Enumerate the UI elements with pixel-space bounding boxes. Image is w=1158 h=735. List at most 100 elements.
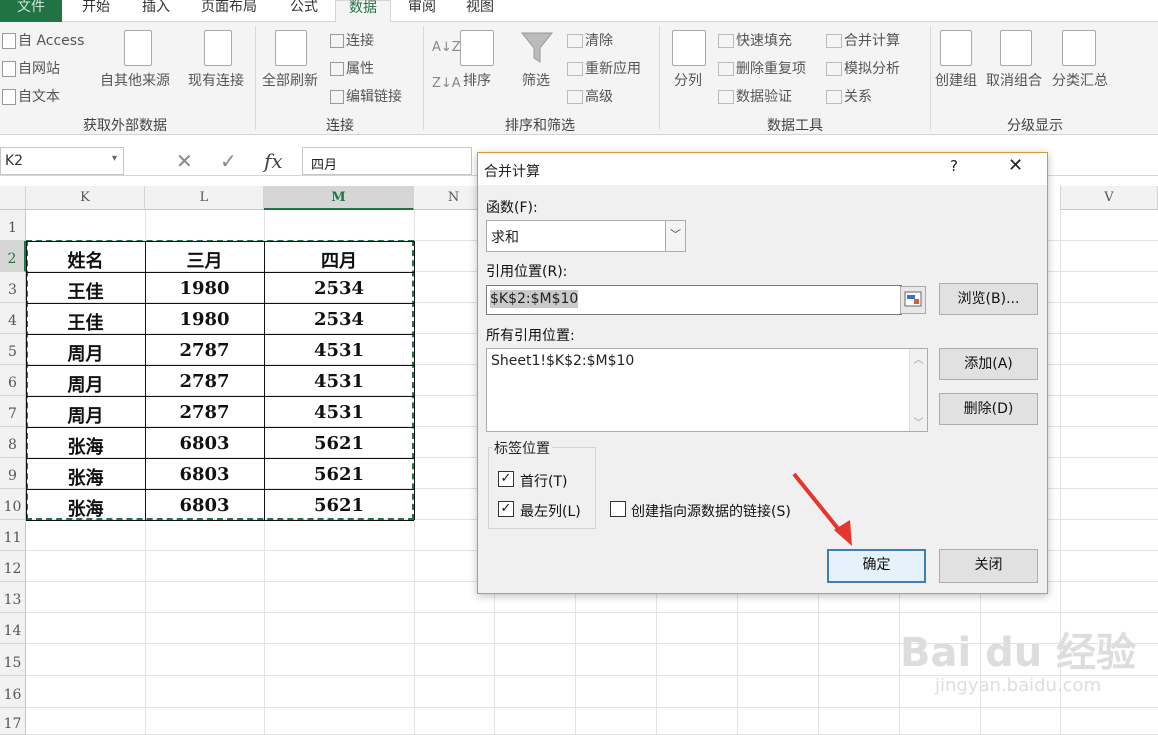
scroll-up-icon[interactable]: ︿ — [910, 351, 927, 366]
data-validation-button[interactable]: 数据验证 — [718, 86, 792, 106]
table-cell[interactable]: 2787 — [145, 371, 264, 392]
chevron-down-icon[interactable]: ﹀ — [665, 221, 685, 251]
row-header[interactable]: 6 — [0, 365, 26, 396]
table-cell[interactable]: 5621 — [264, 495, 414, 516]
other-sources-button[interactable]: 自其他来源 — [100, 70, 170, 90]
reapply-button[interactable]: 重新应用 — [567, 58, 641, 78]
edit-links-button[interactable]: 编辑链接 — [330, 86, 402, 106]
top-row-checkbox[interactable]: ✓ — [498, 471, 514, 487]
ok-button[interactable]: 确定 — [827, 549, 926, 583]
tab-file[interactable]: 文件 — [0, 0, 62, 22]
insert-function-icon[interactable]: fx — [264, 149, 283, 173]
group-button[interactable]: 创建组 — [935, 70, 977, 90]
left-column-label[interactable]: 最左列(L) — [520, 501, 581, 521]
advanced-button[interactable]: 高级 — [567, 86, 613, 106]
table-cell[interactable]: 6803 — [145, 433, 264, 454]
cancel-icon[interactable]: ✕ — [176, 149, 193, 173]
formula-input[interactable]: 四月 — [302, 147, 472, 175]
create-links-checkbox[interactable] — [610, 501, 626, 517]
row-header[interactable]: 4 — [0, 303, 26, 334]
table-cell[interactable]: 张海 — [26, 433, 145, 459]
table-cell[interactable]: 6803 — [145, 464, 264, 485]
from-access-button[interactable]: 自 Access — [2, 30, 84, 50]
column-header[interactable]: L — [145, 186, 264, 210]
row-header[interactable]: 11 — [0, 520, 26, 551]
tab-home[interactable]: 开始 — [66, 0, 126, 22]
consolidate-button[interactable]: 合并计算 — [826, 30, 900, 50]
tab-data[interactable]: 数据 — [335, 0, 391, 23]
table-cell[interactable]: 5621 — [264, 433, 414, 454]
table-cell[interactable]: 2534 — [264, 278, 414, 299]
row-header[interactable]: 16 — [0, 676, 26, 708]
tab-formulas[interactable]: 公式 — [276, 0, 332, 22]
left-column-checkbox[interactable]: ✓ — [498, 501, 514, 517]
row-header[interactable]: 10 — [0, 489, 26, 520]
remove-duplicates-button[interactable]: 删除重复项 — [718, 58, 806, 78]
close-icon[interactable]: ✕ — [1008, 155, 1023, 176]
tab-review[interactable]: 审阅 — [394, 0, 450, 22]
table-header-cell[interactable]: 三月 — [145, 247, 264, 273]
help-button[interactable]: ? — [950, 157, 958, 175]
add-button[interactable]: 添加(A) — [939, 348, 1038, 380]
table-header-cell[interactable]: 姓名 — [26, 247, 145, 273]
table-cell[interactable]: 4531 — [264, 371, 414, 392]
table-header-cell[interactable]: 四月 — [264, 247, 414, 273]
subtotal-button[interactable]: 分类汇总 — [1052, 70, 1108, 90]
sort-button[interactable]: 排序 — [463, 70, 491, 90]
text-to-columns-button[interactable]: 分列 — [674, 70, 702, 90]
table-cell[interactable]: 1980 — [145, 278, 264, 299]
row-header[interactable]: 17 — [0, 708, 26, 735]
flash-fill-button[interactable]: 快速填充 — [718, 30, 792, 50]
ungroup-button[interactable]: 取消组合 — [986, 70, 1042, 90]
chevron-down-icon[interactable]: ▾ — [112, 153, 117, 164]
row-header[interactable]: 7 — [0, 396, 26, 427]
table-cell[interactable]: 张海 — [26, 495, 145, 521]
delete-button[interactable]: 删除(D) — [939, 393, 1038, 425]
sort-za-icon[interactable]: Z↓A — [432, 76, 461, 91]
table-cell[interactable]: 5621 — [264, 464, 414, 485]
tab-page-layout[interactable]: 页面布局 — [190, 0, 268, 22]
table-cell[interactable]: 4531 — [264, 402, 414, 423]
table-cell[interactable]: 2787 — [145, 402, 264, 423]
table-cell[interactable]: 周月 — [26, 340, 145, 366]
reference-input[interactable]: $K$2:$M$10 — [486, 285, 902, 315]
table-cell[interactable]: 周月 — [26, 371, 145, 397]
table-cell[interactable]: 王佳 — [26, 309, 145, 335]
browse-button[interactable]: 浏览(B)... — [939, 283, 1038, 315]
tab-insert[interactable]: 插入 — [128, 0, 184, 22]
clear-button[interactable]: 清除 — [567, 30, 613, 50]
row-header[interactable]: 1 — [0, 210, 26, 241]
scroll-down-icon[interactable]: ﹀ — [910, 414, 927, 429]
table-cell[interactable]: 6803 — [145, 495, 264, 516]
from-web-button[interactable]: 自网站 — [2, 58, 60, 78]
table-cell[interactable]: 2534 — [264, 309, 414, 330]
existing-connections-button[interactable]: 现有连接 — [188, 70, 244, 90]
row-header[interactable]: 2 — [0, 241, 26, 272]
reference-list-item[interactable]: Sheet1!$K$2:$M$10 — [491, 353, 923, 369]
table-cell[interactable]: 4531 — [264, 340, 414, 361]
confirm-icon[interactable]: ✓ — [220, 149, 237, 173]
properties-button[interactable]: 属性 — [330, 58, 374, 78]
select-all-corner[interactable] — [0, 186, 26, 210]
top-row-label[interactable]: 首行(T) — [520, 471, 567, 491]
tab-view[interactable]: 视图 — [452, 0, 508, 22]
row-header[interactable]: 13 — [0, 582, 26, 613]
row-header[interactable]: 9 — [0, 458, 26, 489]
column-header[interactable]: K — [26, 186, 145, 210]
table-cell[interactable]: 2787 — [145, 340, 264, 361]
row-header[interactable]: 14 — [0, 613, 26, 644]
all-references-list[interactable]: Sheet1!$K$2:$M$10 ︿ ﹀ — [486, 348, 928, 432]
name-box[interactable]: K2 ▾ — [0, 147, 124, 175]
from-text-button[interactable]: 自文本 — [2, 86, 60, 106]
connections-button[interactable]: 连接 — [330, 30, 374, 50]
row-header[interactable]: 15 — [0, 644, 26, 676]
sort-az-icon[interactable]: A↓Z — [432, 40, 461, 55]
table-cell[interactable]: 周月 — [26, 402, 145, 428]
what-if-button[interactable]: 模拟分析 — [826, 58, 900, 78]
table-cell[interactable]: 王佳 — [26, 278, 145, 304]
create-links-label[interactable]: 创建指向源数据的链接(S) — [631, 501, 791, 521]
scrollbar[interactable]: ︿ ﹀ — [909, 349, 927, 431]
relationships-button[interactable]: 关系 — [826, 86, 872, 106]
row-header[interactable]: 3 — [0, 272, 26, 303]
row-header[interactable]: 5 — [0, 334, 26, 365]
